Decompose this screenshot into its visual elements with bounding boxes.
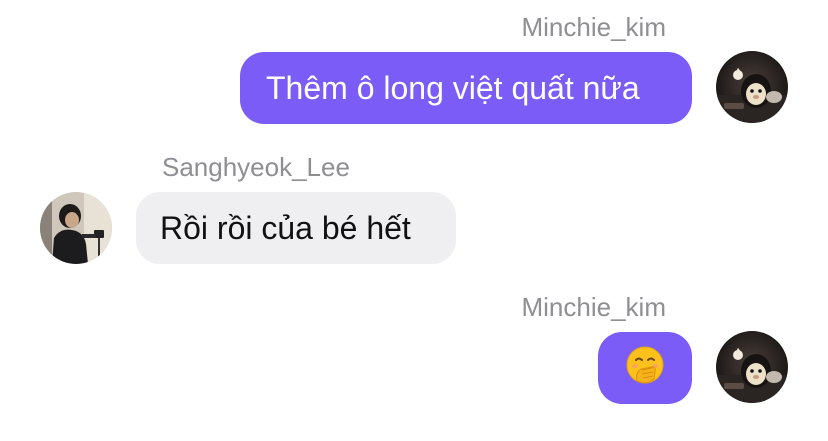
message-bubble-incoming-1[interactable]: Rồi rồi của bé hết — [136, 192, 456, 264]
avatar-minchie-1[interactable] — [716, 51, 788, 123]
message-bubble-outgoing-1[interactable]: Thêm ô long việt quất nữa — [240, 52, 692, 124]
message-text: Rồi rồi của bé hết — [160, 209, 411, 246]
message-text: Thêm ô long việt quất nữa — [266, 69, 640, 106]
plush-toy-avatar-icon — [716, 51, 788, 123]
sender-name-sanghyeok: Sanghyeok_Lee — [162, 152, 350, 182]
plush-toy-avatar-icon — [716, 331, 788, 403]
avatar-sanghyeok[interactable] — [40, 192, 112, 264]
person-with-camera-avatar-icon — [40, 192, 112, 264]
sender-name-minchie-1: Minchie_kim — [521, 12, 667, 42]
face-with-hand-over-mouth-icon — [625, 345, 665, 391]
message-bubble-outgoing-2[interactable] — [598, 332, 692, 404]
avatar-minchie-2[interactable] — [716, 331, 788, 403]
sender-name-minchie-2: Minchie_kim — [521, 292, 667, 322]
